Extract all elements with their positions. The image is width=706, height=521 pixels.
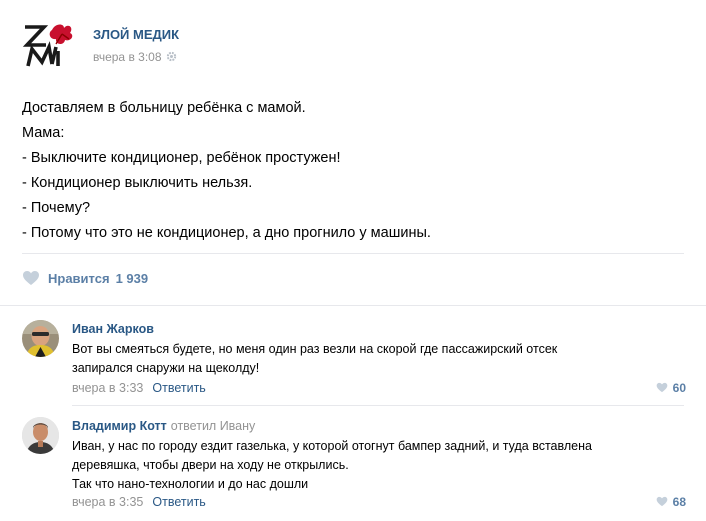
comment-like-count: 60 — [672, 381, 686, 395]
post-text-line: - Почему? — [22, 200, 91, 216]
post-text-line: Мама: — [22, 125, 65, 141]
comment-meta: вчера в 3:35 Ответить — [72, 495, 206, 509]
like-label-text: Нравится — [48, 271, 110, 286]
comment-like-button[interactable]: 68 — [656, 495, 686, 509]
comments-divider — [0, 305, 706, 306]
heart-icon — [656, 496, 667, 507]
comment-author-link[interactable]: Иван Жарков — [72, 322, 154, 336]
comment-text-line: Так что нано-технологии и до нас дошли — [72, 477, 309, 491]
avatar[interactable] — [22, 417, 59, 454]
comment-author-link[interactable]: Владимир Котт ответил Ивану — [72, 419, 255, 433]
comment-item: Иван Жарков Вот вы смеяться будете, но м… — [22, 320, 686, 400]
post-text-line: - Потому что это не кондиционер, а дно п… — [22, 225, 431, 241]
post-header: ЗЛОЙ МЕДИК вчера в 3:08 — [22, 18, 682, 70]
comment-item: Владимир Котт ответил Ивану Иван, у нас п… — [22, 417, 686, 513]
post-text-line: - Кондиционер выключить нельзя. — [22, 175, 253, 191]
post-text-line: Доставляем в больницу ребёнка с мамой. — [22, 100, 306, 116]
post-text: Доставляем в больницу ребёнка с мамой. М… — [22, 96, 682, 246]
author-name[interactable]: Иван Жарков — [72, 322, 154, 336]
gear-icon[interactable] — [166, 51, 177, 62]
reply-button[interactable]: Ответить — [152, 381, 205, 395]
post-text-line: - Выключите кондиционер, ребёнок простуж… — [22, 150, 341, 166]
comment-like-count: 68 — [672, 495, 686, 509]
post-timestamp[interactable]: вчера в 3:08 — [93, 50, 177, 64]
comment-timestamp[interactable]: вчера в 3:33 — [72, 381, 143, 395]
comment-text-line: Вот вы смеяться будете, но меня один раз… — [72, 342, 558, 356]
comment-text: Вот вы смеяться будете, но меня один раз… — [72, 340, 682, 378]
comment-text: Иван, у нас по городу ездит газелька, у … — [72, 437, 682, 494]
comment-divider — [72, 405, 684, 406]
likes-divider — [22, 253, 684, 254]
comment-timestamp[interactable]: вчера в 3:35 — [72, 495, 143, 509]
heart-icon — [23, 271, 39, 285]
group-name-link[interactable]: ЗЛОЙ МЕДИК — [93, 27, 179, 42]
group-logo-icon[interactable] — [22, 18, 74, 70]
heart-icon — [656, 382, 667, 393]
comment-meta: вчера в 3:33 Ответить — [72, 381, 206, 395]
like-count: 1 939 — [115, 271, 149, 286]
comment-text-line: Иван, у нас по городу ездит газелька, у … — [72, 439, 592, 453]
comment-like-button[interactable]: 60 — [656, 381, 686, 395]
reply-to-link[interactable]: ответил Ивану — [171, 419, 256, 433]
like-label[interactable]: Нравится 1 939 — [48, 271, 148, 286]
reply-button[interactable]: Ответить — [152, 495, 205, 509]
author-name[interactable]: Владимир Котт — [72, 419, 167, 433]
comment-text-line: запирался снаружи на щеколду! — [72, 361, 260, 375]
comment-text-line: деревяшка, чтобы двери на ходу не открыл… — [72, 458, 349, 472]
avatar[interactable] — [22, 320, 59, 357]
post-time-text[interactable]: вчера в 3:08 — [93, 50, 162, 64]
